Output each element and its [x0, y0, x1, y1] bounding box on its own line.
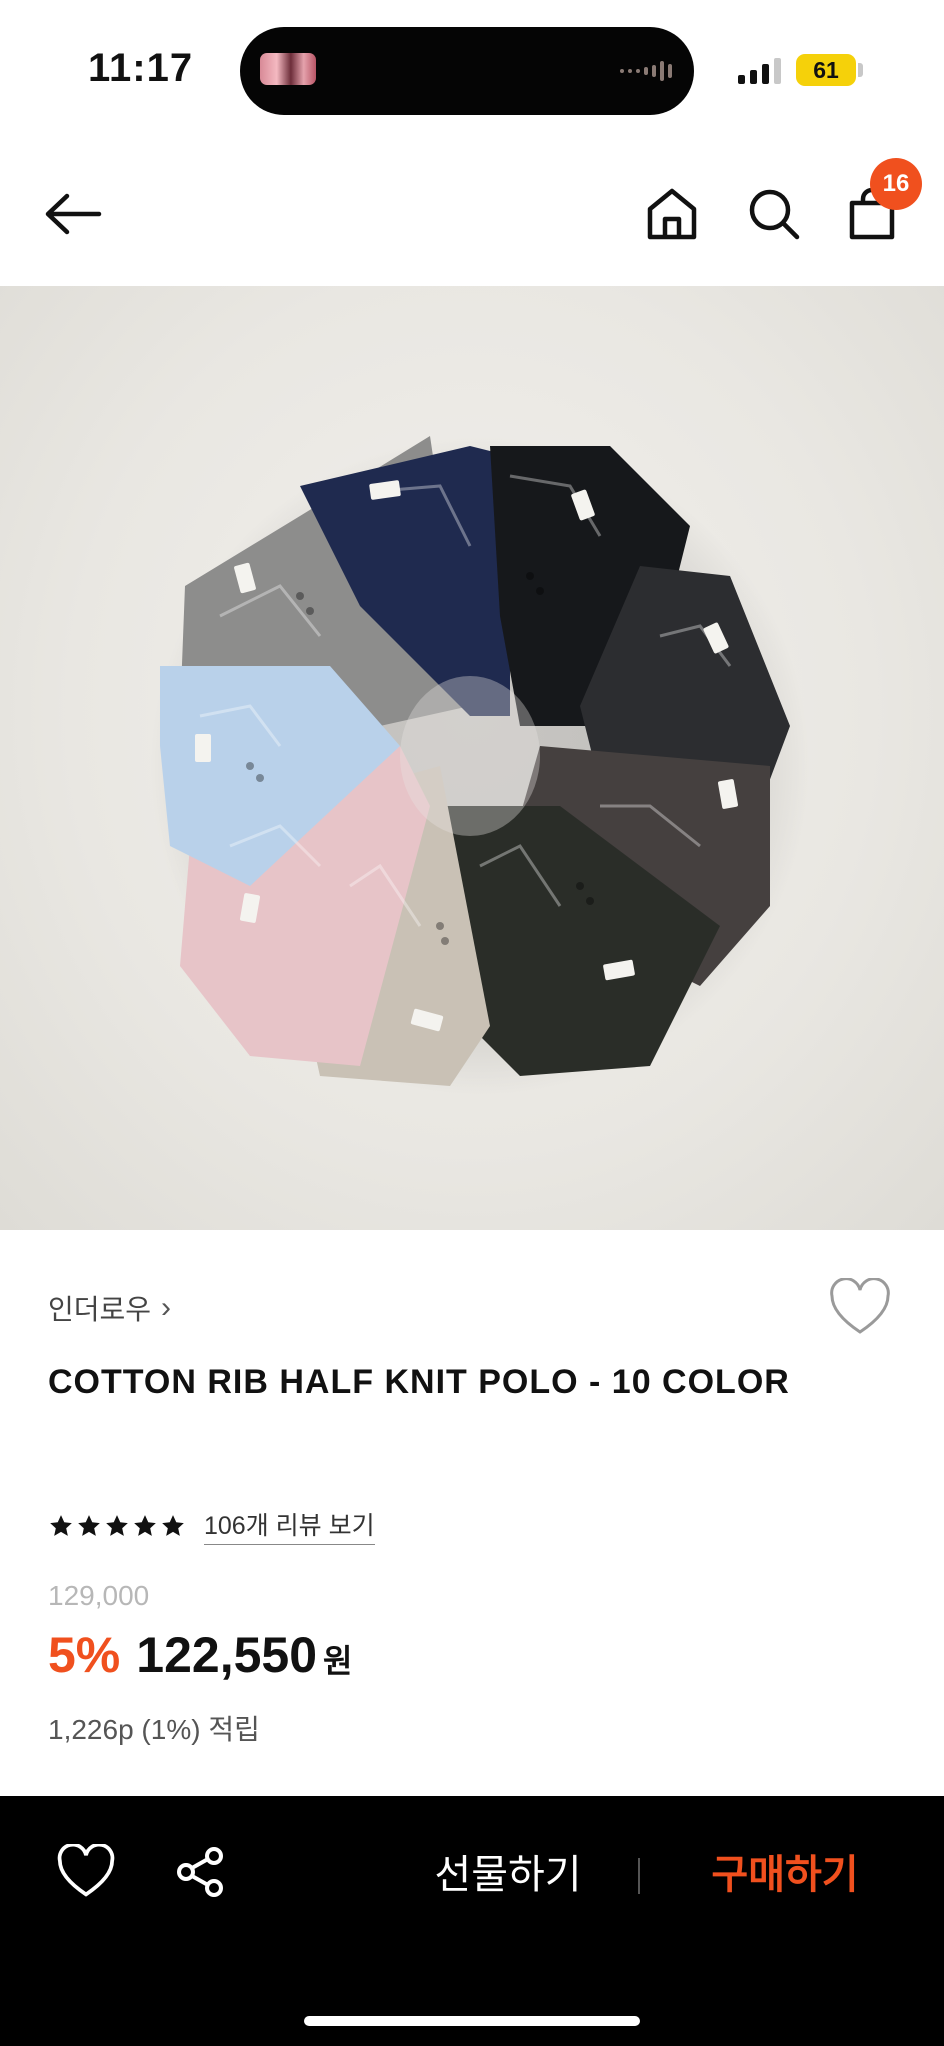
audio-wave-icon [620, 57, 672, 85]
original-price: 129,000 [48, 1580, 150, 1611]
back-button[interactable] [38, 184, 108, 244]
dynamic-island [240, 27, 694, 115]
button-divider [638, 1858, 640, 1894]
rating-row: 106개 리뷰 보기 [48, 1506, 375, 1545]
buy-button[interactable]: 구매하기 [660, 1840, 910, 1910]
star-icon [106, 1514, 128, 1536]
star-icon [162, 1514, 184, 1536]
wishlist-heart-button[interactable] [828, 1277, 892, 1338]
top-nav [0, 160, 944, 270]
star-icon [50, 1514, 72, 1536]
battery-cap [858, 63, 863, 77]
status-bar: 11:17 61 [0, 0, 944, 130]
arrow-left-icon [45, 193, 102, 235]
chevron-right-icon: › [161, 1291, 172, 1324]
search-icon [749, 189, 800, 240]
brand-name: 인더로우 [48, 1294, 152, 1325]
cellular-signal-icon [738, 56, 781, 84]
now-playing-thumbnail [260, 53, 316, 85]
gift-button[interactable]: 선물하기 [388, 1840, 628, 1910]
price-row: 5% 122,550 원 [48, 1626, 352, 1684]
heart-outline-icon [57, 1842, 115, 1897]
cart-count-badge: 16 [870, 158, 922, 210]
home-button[interactable] [640, 182, 704, 246]
discount-rate: 5% [48, 1627, 121, 1683]
home-indicator [304, 2016, 640, 2026]
share-button[interactable] [172, 1844, 232, 1904]
bottom-action-bar: 선물하기 구매하기 [0, 1796, 944, 2046]
share-icon [177, 1847, 223, 1897]
folded-polo-shirts-image [150, 436, 810, 1096]
product-title: COTTON RIB HALF KNIT POLO - 10 COLOR [48, 1363, 790, 1401]
status-time: 11:17 [88, 46, 194, 90]
heart-outline-icon [830, 1277, 890, 1334]
search-button[interactable] [742, 182, 806, 246]
review-link[interactable]: 106개 리뷰 보기 [204, 1506, 375, 1545]
currency-unit: 원 [323, 1643, 353, 1679]
battery-indicator: 61 [796, 54, 856, 86]
brand-link[interactable]: 인더로우 › [48, 1288, 171, 1328]
home-icon [647, 188, 697, 240]
star-icon [78, 1514, 100, 1536]
bottom-wishlist-button[interactable] [56, 1842, 116, 1904]
star-icon [134, 1514, 156, 1536]
sale-price: 122,550 [136, 1627, 318, 1683]
product-image[interactable] [0, 286, 944, 1230]
reward-points: 1,226p (1%) 적립 [48, 1714, 260, 1745]
